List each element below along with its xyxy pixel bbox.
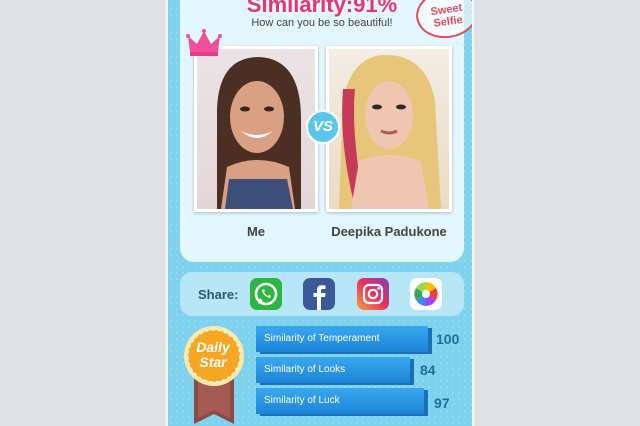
badge-line2: Star — [199, 354, 227, 370]
vs-badge: VS — [306, 110, 340, 144]
whatsapp-icon[interactable] — [250, 278, 282, 310]
daily-star-text: Daily Star — [182, 340, 244, 370]
celebrity-name-label: Deepika Padukone — [331, 224, 447, 239]
stat-score-looks: 84 — [420, 362, 436, 378]
facebook-icon[interactable] — [303, 278, 335, 310]
badge-line1: Daily — [196, 339, 230, 355]
celebrity-photo[interactable] — [326, 46, 452, 212]
share-label: Share: — [198, 287, 239, 302]
stat-score-luck: 97 — [434, 395, 450, 411]
my-name-label: Me — [246, 224, 266, 239]
my-photo-image — [197, 49, 315, 209]
instagram-icon[interactable] — [357, 278, 389, 310]
stat-bar-looks: Similarity of Looks — [256, 357, 410, 383]
celebrity-photo-image — [329, 49, 449, 209]
my-photo[interactable] — [194, 46, 318, 212]
app-screen: Similarity:91% How can you be so beautif… — [166, 0, 474, 426]
photos-icon[interactable] — [410, 278, 442, 310]
stat-bar-luck: Similarity of Luck — [256, 388, 424, 414]
share-bar: Share: — [180, 272, 464, 316]
stat-bar-temperament: Similarity of Temperament — [256, 326, 428, 352]
stamp-line2: Selfie — [432, 13, 464, 30]
crown-icon — [186, 29, 222, 56]
daily-star-medal — [184, 326, 244, 424]
stat-score-temperament: 100 — [436, 331, 460, 347]
